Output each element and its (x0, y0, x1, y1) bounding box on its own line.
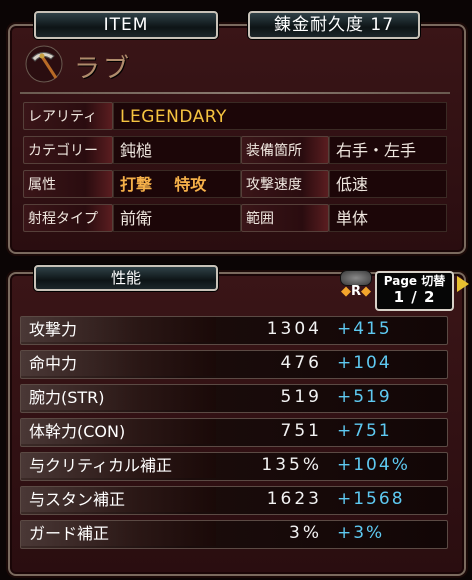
rarity-value: LEGENDARY (113, 102, 447, 130)
equip-slot-value: 右手・左手 (329, 136, 447, 164)
equip-slot-label: 装備箇所 (241, 136, 329, 164)
item-name: ラブ (74, 54, 133, 84)
stat-base: 1623 (266, 489, 322, 509)
performance-tab[interactable]: 性能 (34, 265, 218, 291)
page-indicator: 1 / 2 (393, 288, 436, 306)
stat-label: 体幹力(CON) (21, 419, 216, 444)
stat-row-attack: 攻撃力 1304 +415 (20, 316, 448, 345)
stat-row-accuracy: 命中力 476 +104 (20, 350, 448, 379)
pickaxe-icon (25, 45, 63, 83)
attack-speed-value: 低速 (329, 170, 447, 198)
range-row: 射程タイプ 前衛 範囲 単体 (23, 204, 447, 232)
stat-base: 519 (280, 387, 322, 407)
name-divider (20, 92, 450, 94)
stat-base: 135% (261, 455, 322, 475)
stat-bonus: +519 (337, 387, 392, 407)
r-page-button[interactable]: ◆R◆ (336, 268, 376, 310)
stat-base: 3% (289, 523, 322, 543)
area-value: 単体 (329, 204, 447, 232)
category-row: カテゴリー 鈍槌 装備箇所 右手・左手 (23, 136, 447, 164)
stat-label: 腕力(STR) (21, 385, 216, 410)
range-type-value: 前衛 (113, 204, 241, 232)
category-label: カテゴリー (23, 136, 113, 164)
stat-row-str: 腕力(STR) 519 +519 (20, 384, 448, 413)
stat-bonus: +104% (337, 455, 410, 475)
attribute-value-1: 打撃 (120, 175, 153, 194)
page-toggle[interactable]: Page 切替 1 / 2 (375, 271, 454, 311)
item-tab[interactable]: ITEM (34, 11, 218, 39)
stat-row-guard: ガード補正 3% +3% (20, 520, 448, 549)
rarity-row: レアリティ LEGENDARY (23, 102, 447, 130)
alchemy-durability-label: 錬金耐久度 17 (248, 11, 420, 39)
stat-row-critical: 与クリティカル補正 135% +104% (20, 452, 448, 481)
stat-base: 476 (280, 353, 322, 373)
area-label: 範囲 (241, 204, 329, 232)
stat-bonus: +751 (337, 421, 392, 441)
stat-label: ガード補正 (21, 521, 216, 546)
category-value: 鈍槌 (113, 136, 241, 164)
stat-row-stun: 与スタン補正 1623 +1568 (20, 486, 448, 515)
stat-row-con: 体幹力(CON) 751 +751 (20, 418, 448, 447)
attribute-value-2: 特攻 (174, 175, 207, 194)
stat-bonus: +104 (337, 353, 392, 373)
stat-label: 命中力 (21, 351, 216, 376)
stat-label: 攻撃力 (21, 317, 216, 342)
stat-label: 与クリティカル補正 (21, 453, 216, 478)
page-toggle-label: Page 切替 (383, 274, 446, 288)
rarity-label: レアリティ (23, 102, 113, 130)
attribute-row: 属性 打撃 特攻 攻撃速度 低速 (23, 170, 447, 198)
item-name-row: ラブ (20, 44, 450, 88)
stat-base: 751 (280, 421, 322, 441)
stat-label: 与スタン補正 (21, 487, 216, 512)
stat-bonus: +415 (337, 319, 392, 339)
next-page-arrow-icon[interactable] (457, 276, 469, 292)
stat-bonus: +3% (337, 523, 385, 543)
r-button-label: ◆R◆ (340, 284, 371, 299)
attribute-label: 属性 (23, 170, 113, 198)
stat-bonus: +1568 (337, 489, 405, 509)
attribute-value: 打撃 特攻 (113, 170, 241, 198)
attack-speed-label: 攻撃速度 (241, 170, 329, 198)
stat-base: 1304 (266, 319, 322, 339)
range-type-label: 射程タイプ (23, 204, 113, 232)
